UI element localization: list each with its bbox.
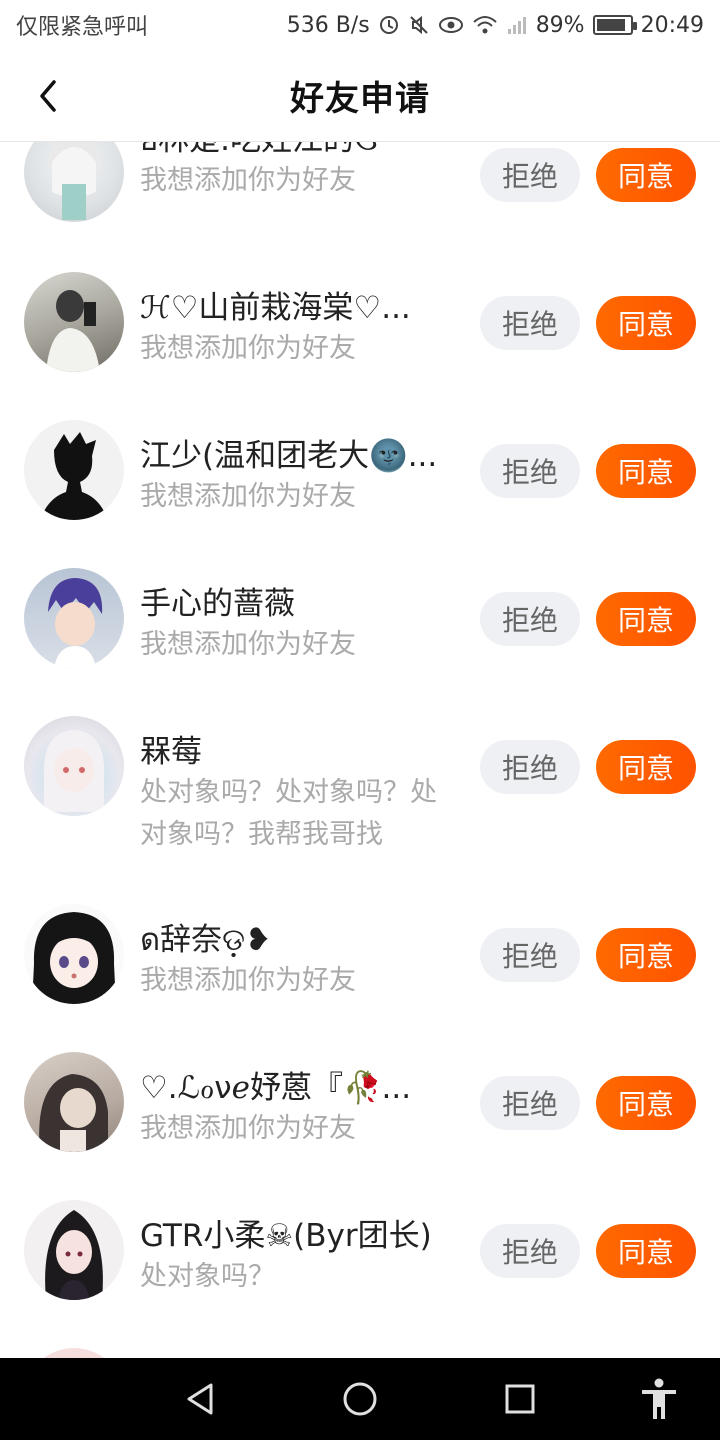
avatar[interactable] bbox=[24, 1348, 124, 1358]
request-message: 处对象吗？ bbox=[140, 1261, 275, 1292]
request-message: 我想添加你为好友 bbox=[140, 629, 356, 660]
reject-button[interactable]: 拒绝 bbox=[480, 296, 580, 350]
avatar[interactable] bbox=[24, 568, 124, 668]
avatar[interactable] bbox=[24, 716, 124, 816]
carrier-text: 仅限紧急呼叫 bbox=[16, 15, 149, 40]
data-saver-icon bbox=[378, 14, 400, 36]
wifi-icon bbox=[472, 14, 498, 36]
requester-name: ด辞奈ଡ଼❥ bbox=[140, 922, 272, 958]
avatar[interactable] bbox=[24, 1200, 124, 1300]
mute-icon bbox=[408, 14, 430, 36]
request-message: 我想添加你为好友 bbox=[140, 333, 356, 364]
avatar[interactable] bbox=[24, 1052, 124, 1152]
accept-button[interactable]: 同意 bbox=[596, 148, 696, 202]
avatar[interactable] bbox=[24, 904, 124, 1004]
accept-button[interactable]: 同意 bbox=[596, 928, 696, 982]
accessibility-icon bbox=[642, 1378, 676, 1419]
nav-recents-button[interactable] bbox=[497, 1376, 543, 1422]
reject-button[interactable]: 拒绝 bbox=[480, 740, 580, 794]
accept-button[interactable]: 同意 bbox=[596, 1224, 696, 1278]
request-message: 处对象吗？处对象吗？处对象吗？我帮我哥找 bbox=[140, 777, 437, 850]
requester-name: 槑莓 bbox=[140, 734, 202, 770]
status-icons: 536 B/s 89% 20:49 bbox=[287, 13, 704, 38]
page-title: 好友申请 bbox=[290, 79, 430, 119]
accept-button[interactable]: 同意 bbox=[596, 444, 696, 498]
signal-icon bbox=[506, 14, 528, 36]
chevron-left-icon bbox=[40, 80, 56, 112]
battery-icon bbox=[592, 15, 637, 35]
friend-request-list[interactable]: ยิ林楚.吃姓江的ઉ 我想添加你为好友 拒绝 同意 ℋ♡山前栽海棠♡... 我想… bbox=[0, 142, 720, 1358]
reject-button[interactable]: 拒绝 bbox=[480, 928, 580, 982]
accept-button[interactable]: 同意 bbox=[596, 592, 696, 646]
request-message: 我想添加你为好友 bbox=[140, 965, 356, 996]
nav-home-button[interactable] bbox=[337, 1376, 383, 1422]
reject-button[interactable]: 拒绝 bbox=[480, 1076, 580, 1130]
home-circle-icon bbox=[343, 1382, 377, 1416]
avatar[interactable] bbox=[24, 142, 124, 222]
accept-button[interactable]: 同意 bbox=[596, 1076, 696, 1130]
request-message: 我想添加你为好友 bbox=[140, 481, 356, 512]
requester-name: 手心的蔷薇 bbox=[140, 586, 295, 622]
requester-name: ยิ林楚.吃姓江的ઉ bbox=[140, 142, 470, 160]
reject-button[interactable]: 拒绝 bbox=[480, 1224, 580, 1278]
recents-square-icon bbox=[505, 1384, 535, 1414]
accept-button[interactable]: 同意 bbox=[596, 740, 696, 794]
request-message: 我想添加你为好友 bbox=[140, 1113, 356, 1144]
requester-name: 江少(温和团老大🌚... bbox=[140, 438, 438, 474]
reject-button[interactable]: 拒绝 bbox=[480, 148, 580, 202]
reject-button[interactable]: 拒绝 bbox=[480, 592, 580, 646]
system-nav-bar bbox=[0, 1358, 720, 1440]
requester-name: GTR小柔☠(Byr团长) bbox=[140, 1218, 432, 1254]
avatar[interactable] bbox=[24, 272, 124, 372]
back-button[interactable] bbox=[28, 76, 68, 116]
status-bar: 仅限紧急呼叫 536 B/s 89% 20:49 bbox=[0, 0, 720, 50]
battery-percent: 89% bbox=[535, 12, 585, 38]
avatar[interactable] bbox=[24, 420, 124, 520]
reject-button[interactable]: 拒绝 bbox=[480, 444, 580, 498]
network-speed: 536 B/s bbox=[286, 12, 370, 38]
requester-name: ℋ♡山前栽海棠♡... bbox=[140, 290, 411, 326]
nav-back-button[interactable] bbox=[177, 1376, 223, 1422]
clock: 20:49 bbox=[640, 12, 704, 38]
nav-accessibility-button[interactable] bbox=[636, 1376, 682, 1422]
eye-comfort-icon bbox=[438, 14, 464, 36]
requester-name: ♡.ℒℴνℯ妤蒽『🥀... bbox=[140, 1070, 412, 1106]
request-message: 我想添加你为好友 bbox=[140, 165, 356, 196]
accept-button[interactable]: 同意 bbox=[596, 296, 696, 350]
battery-level-fill bbox=[596, 19, 626, 31]
app-header: 好友申请 bbox=[0, 50, 720, 142]
back-triangle-icon bbox=[187, 1383, 213, 1415]
